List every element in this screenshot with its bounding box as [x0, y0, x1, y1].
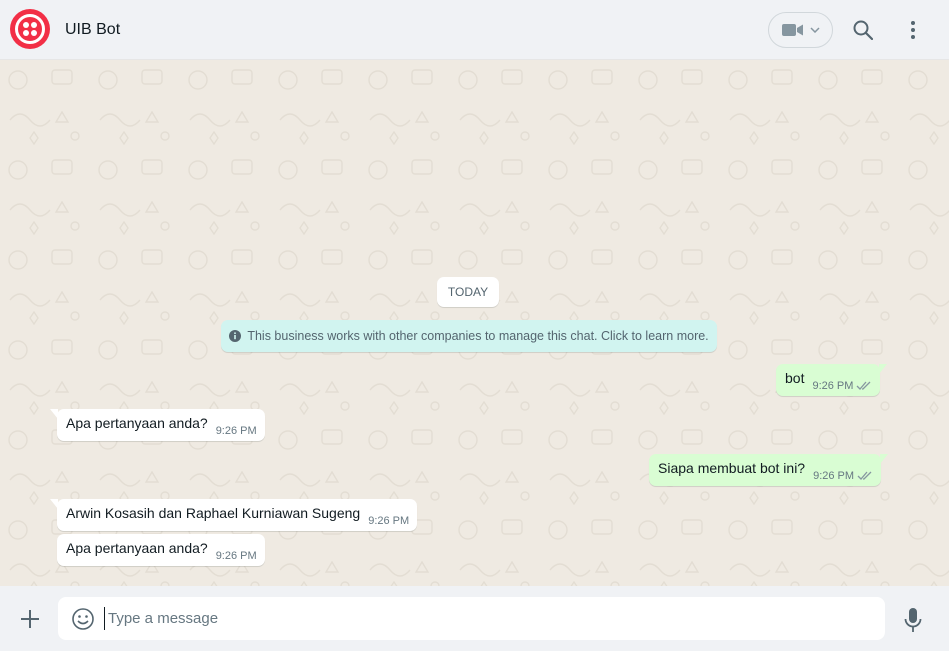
message-text: Arwin Kosasih dan Raphael Kurniawan Suge…	[66, 505, 361, 521]
message-text: bot	[785, 370, 805, 386]
business-notice-text: This business works with other companies…	[247, 329, 709, 343]
double-check-icon	[856, 381, 871, 390]
date-divider: TODAY	[437, 277, 499, 307]
message-time: 9:26 PM	[215, 550, 257, 562]
message-time: 9:26 PM	[813, 470, 855, 482]
chat-header: UIB Bot	[0, 0, 949, 60]
video-call-button[interactable]	[768, 12, 833, 48]
plus-icon	[21, 610, 39, 628]
chat-title[interactable]: UIB Bot	[65, 21, 120, 39]
message-time: 9:26 PM	[368, 515, 410, 527]
menu-icon	[911, 21, 915, 39]
message-outgoing[interactable]: Siapa membuat bot ini? 9:26 PM	[649, 454, 889, 486]
message-incoming[interactable]: Arwin Kosasih dan Raphael Kurniawan Suge…	[50, 499, 418, 531]
video-camera-icon	[781, 24, 803, 36]
microphone-icon	[904, 608, 922, 632]
message-text: Apa pertanyaan anda?	[66, 415, 208, 431]
voice-message-button[interactable]	[902, 607, 924, 633]
business-notice[interactable]: This business works with other companies…	[221, 320, 717, 352]
message-incoming[interactable]: Apa pertanyaan anda? 9:26 PM	[57, 534, 265, 566]
message-input-container[interactable]	[58, 597, 885, 640]
double-check-icon	[857, 471, 872, 480]
message-text: Apa pertanyaan anda?	[66, 540, 208, 556]
message-input[interactable]	[104, 607, 864, 630]
avatar[interactable]	[10, 9, 50, 49]
message-time: 9:26 PM	[215, 425, 257, 437]
emoji-icon[interactable]	[71, 607, 95, 631]
info-icon	[229, 330, 242, 342]
menu-button[interactable]	[901, 18, 925, 42]
message-incoming[interactable]: Apa pertanyaan anda? 9:26 PM	[50, 409, 265, 441]
chevron-down-icon	[809, 27, 820, 33]
twilio-logo-icon	[15, 14, 45, 44]
attach-button[interactable]	[18, 607, 42, 631]
message-time: 9:26 PM	[812, 380, 854, 392]
search-icon	[853, 20, 873, 40]
search-button[interactable]	[851, 18, 875, 42]
message-outgoing[interactable]: bot 9:26 PM	[776, 364, 888, 396]
message-list[interactable]: TODAY This business works with other com…	[0, 60, 949, 586]
message-text: Siapa membuat bot ini?	[658, 460, 806, 476]
